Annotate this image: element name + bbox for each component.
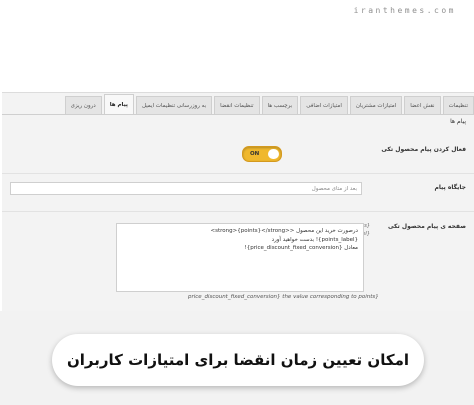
tab-member-roles[interactable]: نقش اعضا: [404, 96, 441, 115]
row-separator: [2, 211, 474, 212]
tab-email-update-settings[interactable]: به روزرسانی تنظیمات ایمیل: [135, 96, 213, 115]
enable-message-toggle[interactable]: ON: [242, 146, 282, 162]
feature-banner: امکان تعیین زمان انقضا برای امتیازات کار…: [52, 334, 424, 386]
message-position-label: جایگاه پیام: [434, 184, 466, 191]
conversion-note: price_discount_fixed_conversion} the val…: [188, 294, 379, 300]
message-textarea[interactable]: درصورت خرید این محصول <<strong>{points}<…: [116, 223, 364, 292]
settings-panel: تنظیماتنقش اعضاامتیازات مشتریانامتیازات …: [2, 92, 474, 311]
watermark: iranthemes.com: [353, 6, 456, 15]
section-title: پیام ها: [450, 118, 466, 125]
tab-messages[interactable]: پیام ها: [103, 94, 134, 115]
tab-import[interactable]: درون ریزی: [64, 96, 102, 115]
message-line: {points_label}! بدست خواهید آورد: [271, 236, 358, 243]
tab-extra-points[interactable]: امتیازات اضافی: [300, 96, 348, 115]
message-line: معادل {price_discount_fixed_conversion}!: [244, 245, 358, 251]
message-position-input[interactable]: بعد از متای محصول: [10, 182, 362, 195]
tab-settings[interactable]: تنظیمات: [442, 96, 474, 115]
tab-expiry-settings[interactable]: تنظیمات انقضا: [214, 96, 260, 115]
message-line: درصورت خرید این محصول <<strong>{points}<…: [210, 228, 358, 234]
tab-divider: [2, 114, 474, 115]
banner-text: امکان تعیین زمان انقضا برای امتیازات کار…: [66, 351, 409, 369]
toggle-state-text: ON: [250, 151, 260, 157]
enable-message-label: فعال کردن پیام محصول تکی: [381, 146, 466, 153]
row-separator: [2, 173, 474, 174]
single-product-message-label: صفحه ی پیام محصول تکی: [387, 223, 466, 230]
tab-customer-points[interactable]: امتیازات مشتریان: [349, 96, 403, 115]
toggle-knob: [268, 149, 279, 159]
tab-bar: تنظیماتنقش اعضاامتیازات مشتریانامتیازات …: [63, 94, 474, 115]
tab-labels[interactable]: برچسب ها: [261, 96, 299, 115]
